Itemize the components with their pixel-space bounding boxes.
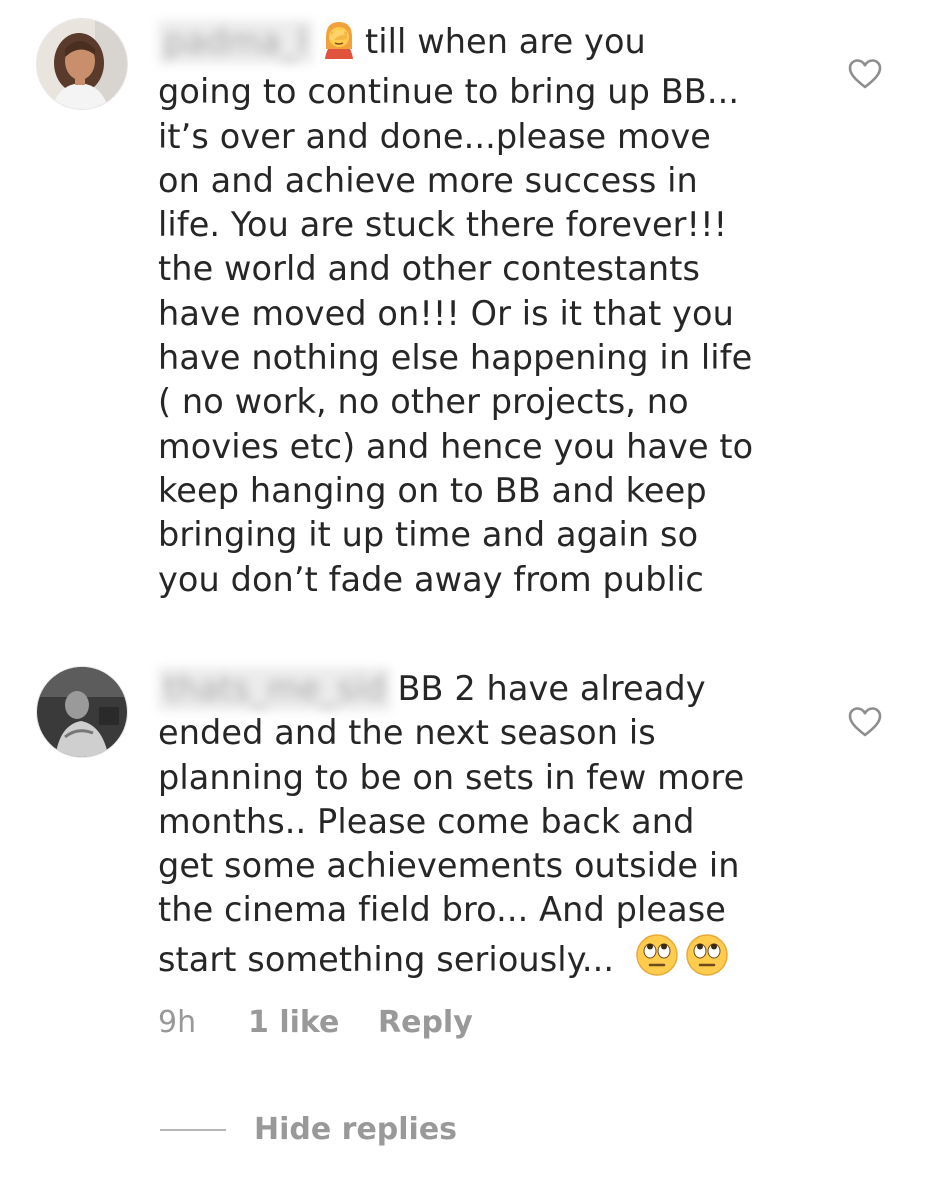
comment-line: ended and the next season is <box>158 713 656 753</box>
face-with-rolling-eyes-emoji <box>685 933 729 988</box>
comment-line: get some achievements outside in <box>158 846 740 886</box>
comment-line: keep hanging on to BB and keep <box>158 470 707 510</box>
comment-username[interactable]: thats_me_sid <box>158 667 392 712</box>
comment-line: you don’t fade away from public <box>158 559 704 599</box>
comment-line: bringing it up time and again so <box>158 515 699 555</box>
comment-line: the world and other contestants <box>158 249 701 289</box>
comment-text: padma_l till when are you going to contin… <box>158 19 798 602</box>
comment-timestamp: 9h <box>158 1005 197 1040</box>
comment-line: have moved on!!! Or is it that you <box>158 293 734 333</box>
comment-text: thats_me_sid BB 2 have already ended and … <box>158 667 798 988</box>
comment-line: movies etc) and hence you have to <box>158 426 754 466</box>
comment-line: have nothing else happening in life <box>158 338 753 378</box>
comment-line: BB 2 have already <box>397 669 706 708</box>
like-count-button[interactable]: 1 like <box>248 1003 339 1043</box>
comment-line: planning to be on sets in few more <box>158 757 745 797</box>
comment-username[interactable]: padma_l <box>158 20 313 65</box>
avatar[interactable] <box>36 18 128 110</box>
avatar-photo <box>37 667 127 757</box>
heart-outline-icon[interactable] <box>847 58 883 90</box>
comment-line: till when are you <box>364 22 646 61</box>
comment-first-line: thats_me_sid BB 2 have already <box>158 667 798 712</box>
comment-line: it’s over and done...please move <box>158 116 711 156</box>
avatar[interactable] <box>36 666 128 758</box>
woman-facepalming-emoji <box>319 19 359 70</box>
comment-line: months.. Please come back and <box>158 801 695 841</box>
avatar-photo <box>37 19 127 109</box>
hide-replies-label: Hide replies <box>254 1112 458 1147</box>
comment-first-line: padma_l till when are you <box>158 19 798 70</box>
comment-line: the cinema field bro... And please <box>158 890 726 930</box>
reply-button[interactable]: Reply <box>378 1003 473 1043</box>
comment-line: ( no work, no other projects, no <box>158 382 689 422</box>
divider <box>160 1129 226 1131</box>
heart-outline-icon[interactable] <box>847 706 883 738</box>
comment-line: start something seriously... <box>158 939 615 979</box>
hide-replies-button[interactable]: Hide replies <box>160 1108 560 1152</box>
comment-last-line: start something seriously... <box>158 933 798 988</box>
comment-line: life. You are stuck there forever!!! <box>158 205 728 245</box>
comment-line: going to continue to bring up BB... <box>158 72 740 112</box>
face-with-rolling-eyes-emoji <box>635 933 679 988</box>
comment-line: on and achieve more success in <box>158 160 698 200</box>
